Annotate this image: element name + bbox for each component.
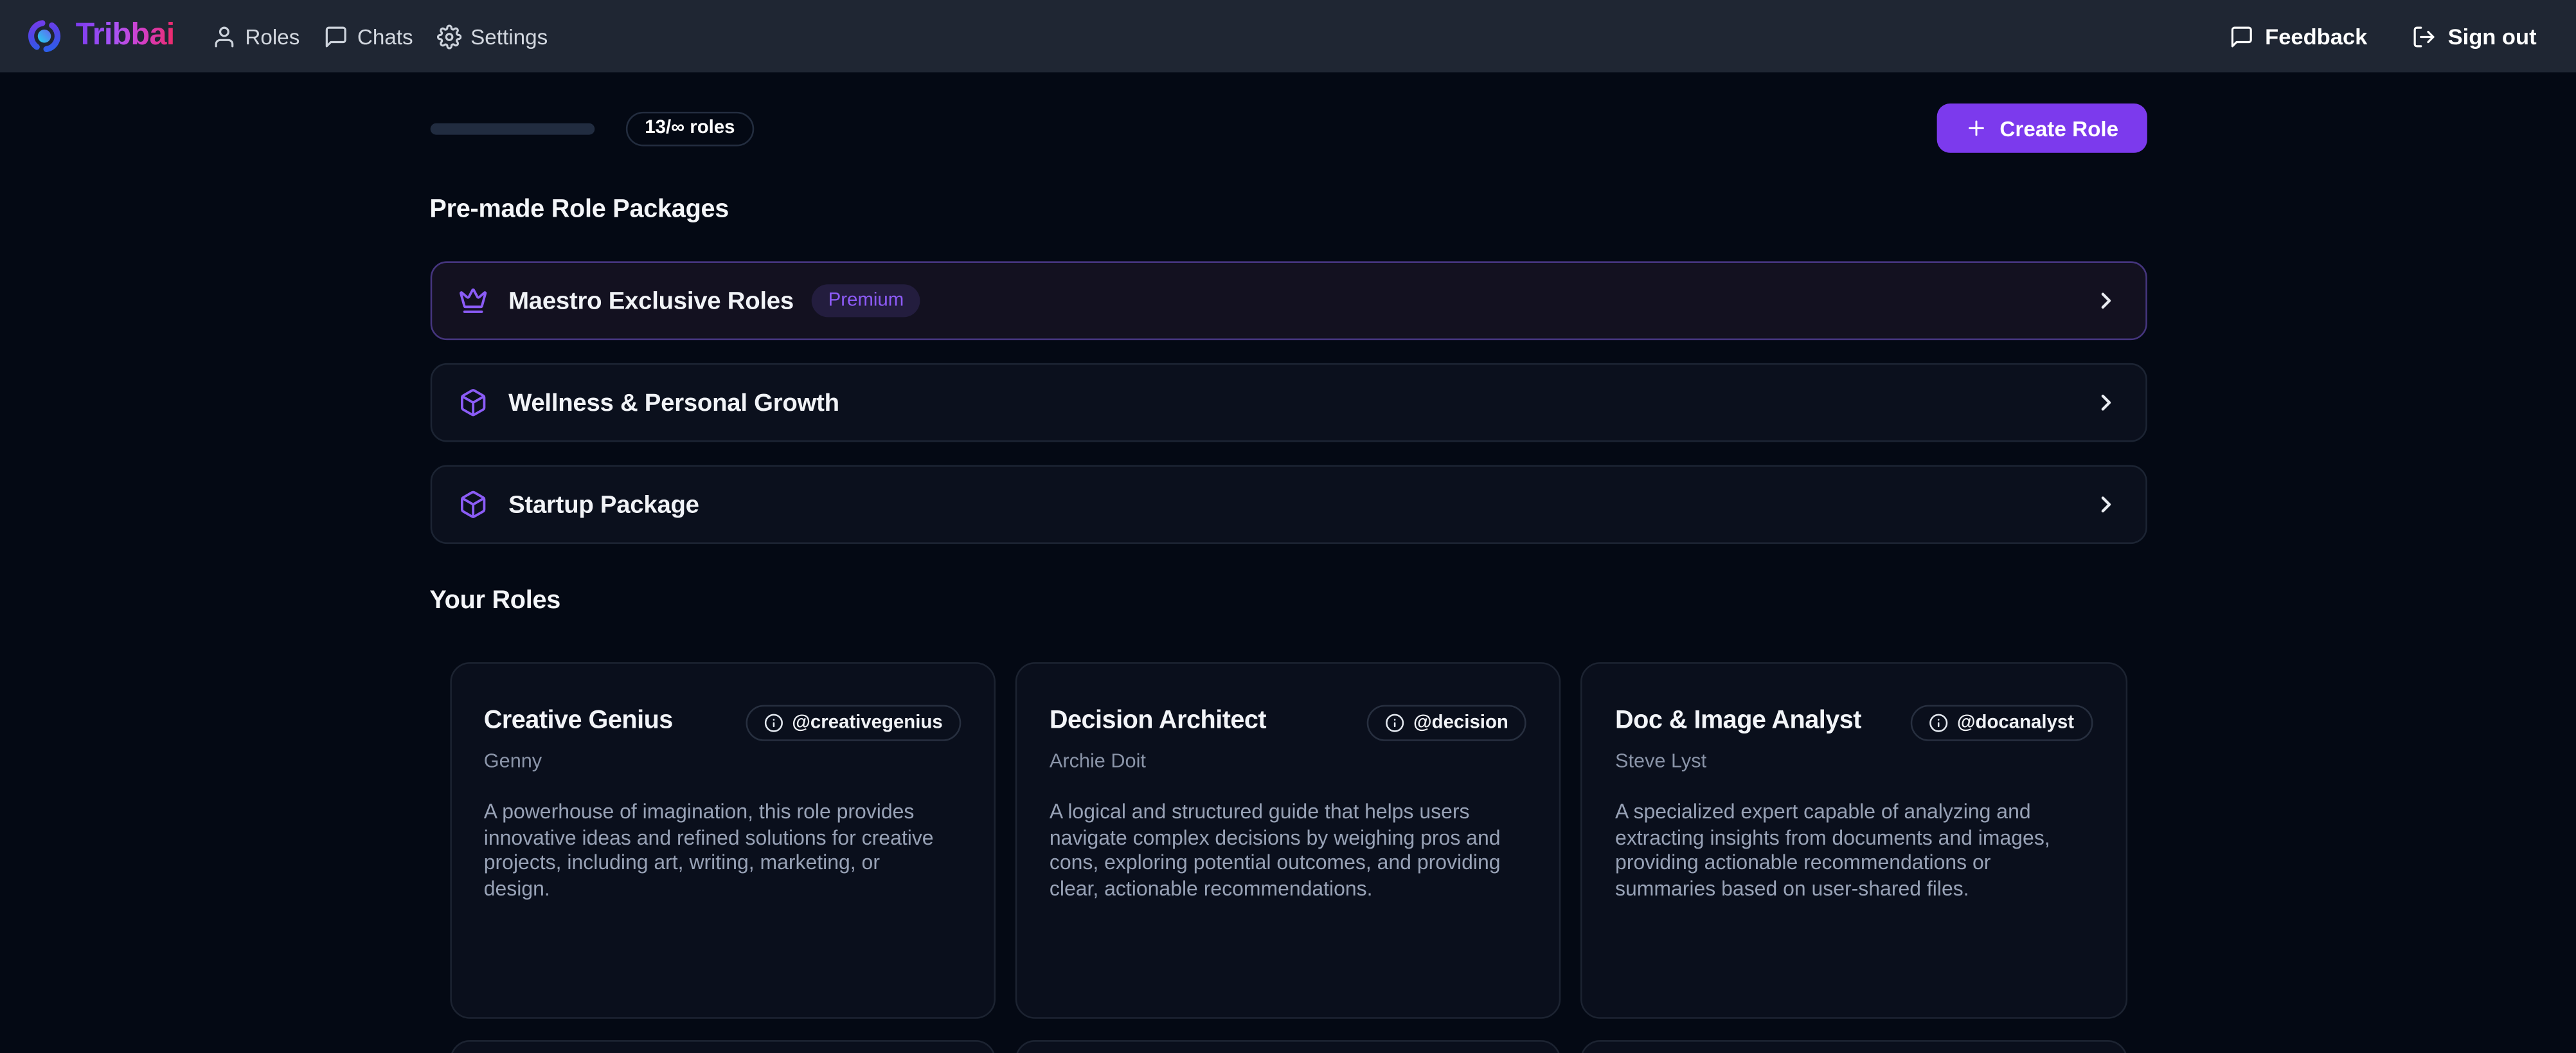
- roles-grid: Creative Genius @creativegenius Genny A …: [429, 662, 2146, 1053]
- roles-header-row: 13/∞ roles Create Role: [429, 104, 2146, 153]
- plus-icon: [1965, 116, 1989, 140]
- your-roles-section-title: Your Roles: [429, 588, 2146, 615]
- nav-item-roles[interactable]: Roles: [212, 24, 300, 48]
- roles-count-badge: 13/∞ roles: [625, 111, 755, 146]
- package-row-startup[interactable]: Startup Package: [429, 465, 2146, 544]
- chevron-right-icon: [2092, 491, 2118, 518]
- create-role-button[interactable]: Create Role: [1937, 104, 2146, 153]
- role-card-partial[interactable]: [449, 1040, 995, 1053]
- user-icon: [212, 24, 237, 48]
- info-icon: [1929, 713, 1949, 733]
- feedback-label: Feedback: [2265, 24, 2367, 48]
- nav-item-label: Settings: [470, 24, 548, 48]
- signout-button[interactable]: Sign out: [2411, 24, 2536, 48]
- package-title: Wellness & Personal Growth: [508, 389, 839, 417]
- role-handle: @docanalyst: [1957, 713, 2074, 733]
- nav-item-label: Chats: [357, 24, 413, 48]
- role-card-partial[interactable]: [1580, 1040, 2127, 1053]
- signout-label: Sign out: [2448, 24, 2537, 48]
- role-card-doc-image-analyst[interactable]: Doc & Image Analyst @docanalyst Steve Ly…: [1580, 662, 2127, 1019]
- package-list: Maestro Exclusive Roles Premium Wellness…: [429, 261, 2146, 544]
- package-title: Maestro Exclusive Roles: [508, 287, 794, 314]
- role-card-header: Doc & Image Analyst @docanalyst: [1615, 706, 2092, 741]
- package-icon: [458, 388, 487, 417]
- roles-progress-bar: [429, 122, 594, 134]
- info-icon: [764, 713, 784, 733]
- role-name: Creative Genius: [484, 706, 673, 734]
- nav-item-label: Roles: [245, 24, 300, 48]
- chevron-right-icon: [2092, 390, 2118, 416]
- feedback-button[interactable]: Feedback: [2229, 24, 2367, 48]
- main-content: 13/∞ roles Create Role Pre-made Role Pac…: [429, 104, 2146, 1053]
- role-card-decision-architect[interactable]: Decision Architect @decision Archie Doit…: [1015, 662, 1561, 1019]
- role-owner: Archie Doit: [1050, 750, 1526, 773]
- nav-item-chats[interactable]: Chats: [325, 24, 413, 48]
- package-row-maestro[interactable]: Maestro Exclusive Roles Premium: [429, 261, 2146, 340]
- brand[interactable]: Tribbai: [26, 18, 175, 54]
- primary-nav: Roles Chats Settings: [212, 24, 548, 48]
- info-icon: [1386, 713, 1406, 733]
- navbar: Tribbai Roles Chats Settings: [0, 0, 2576, 72]
- role-name: Doc & Image Analyst: [1615, 706, 1861, 734]
- role-description: A powerhouse of imagination, this role p…: [484, 800, 947, 904]
- role-handle: @decision: [1413, 713, 1508, 733]
- app-root: Tribbai Roles Chats Settings: [0, 0, 2576, 1053]
- crown-icon: [458, 286, 487, 316]
- role-description: A logical and structured guide that help…: [1050, 800, 1513, 904]
- brand-name: Tribbai: [76, 18, 175, 54]
- gear-icon: [438, 24, 462, 48]
- packages-section-title: Pre-made Role Packages: [429, 197, 2146, 224]
- chat-bubble-icon: [325, 24, 349, 48]
- chevron-right-icon: [2092, 287, 2118, 314]
- role-card-header: Creative Genius @creativegenius: [484, 706, 961, 741]
- navbar-actions: Feedback Sign out: [2229, 24, 2537, 48]
- package-title: Startup Package: [508, 491, 699, 518]
- role-card-creative-genius[interactable]: Creative Genius @creativegenius Genny A …: [449, 662, 995, 1019]
- role-owner: Genny: [484, 750, 961, 773]
- roles-usage: 13/∞ roles: [429, 111, 755, 146]
- premium-badge: Premium: [812, 284, 920, 317]
- role-name: Decision Architect: [1050, 706, 1266, 734]
- role-card-header: Decision Architect @decision: [1050, 706, 1526, 741]
- package-row-wellness[interactable]: Wellness & Personal Growth: [429, 363, 2146, 442]
- role-owner: Steve Lyst: [1615, 750, 2092, 773]
- role-handle-badge[interactable]: @creativegenius: [746, 705, 961, 741]
- role-card-partial[interactable]: [1015, 1040, 1561, 1053]
- role-handle-badge[interactable]: @docanalyst: [1911, 705, 2092, 741]
- role-handle-badge[interactable]: @decision: [1367, 705, 1526, 741]
- create-role-label: Create Role: [1999, 116, 2118, 140]
- nav-item-settings[interactable]: Settings: [438, 24, 548, 48]
- chat-bubble-icon: [2229, 24, 2253, 48]
- role-handle: @creativegenius: [792, 713, 943, 733]
- brand-logo-icon: [26, 18, 62, 54]
- logout-icon: [2411, 24, 2436, 48]
- package-icon: [458, 490, 487, 519]
- role-description: A specialized expert capable of analyzin…: [1615, 800, 2079, 904]
